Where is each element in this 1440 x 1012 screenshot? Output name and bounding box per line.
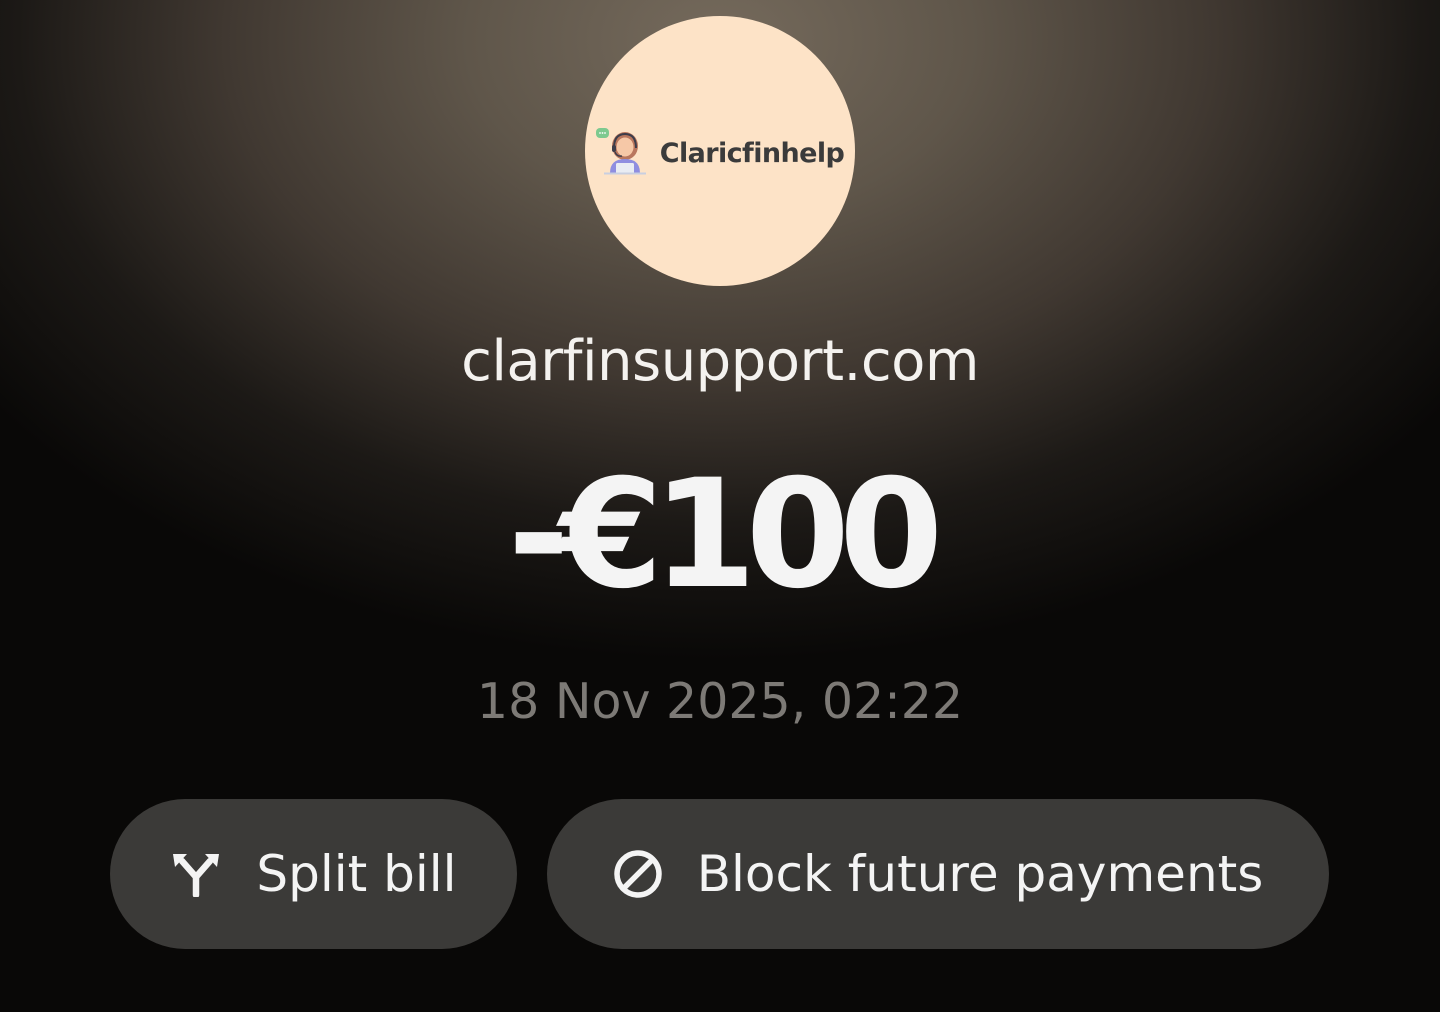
block-future-payments-button[interactable]: Block future payments xyxy=(547,799,1329,949)
split-bill-label: Split bill xyxy=(256,845,457,903)
block-icon xyxy=(613,849,663,899)
split-bill-button[interactable]: Split bill xyxy=(110,799,517,949)
split-arrows-icon xyxy=(170,851,222,897)
support-agent-icon xyxy=(595,128,646,175)
transaction-amount: -€100 xyxy=(507,448,944,622)
block-future-payments-label: Block future payments xyxy=(696,845,1264,903)
merchant-avatar: Claricfinhelp xyxy=(585,16,855,286)
transaction-datetime: 18 Nov 2025, 02:22 xyxy=(476,673,964,730)
merchant-logo-text: Claricfinhelp xyxy=(659,137,845,169)
transaction-detail-screen: Claricfinhelp clarfinsupport.com -€100 1… xyxy=(0,0,1440,1012)
merchant-name: clarfinsupport.com xyxy=(461,329,979,394)
